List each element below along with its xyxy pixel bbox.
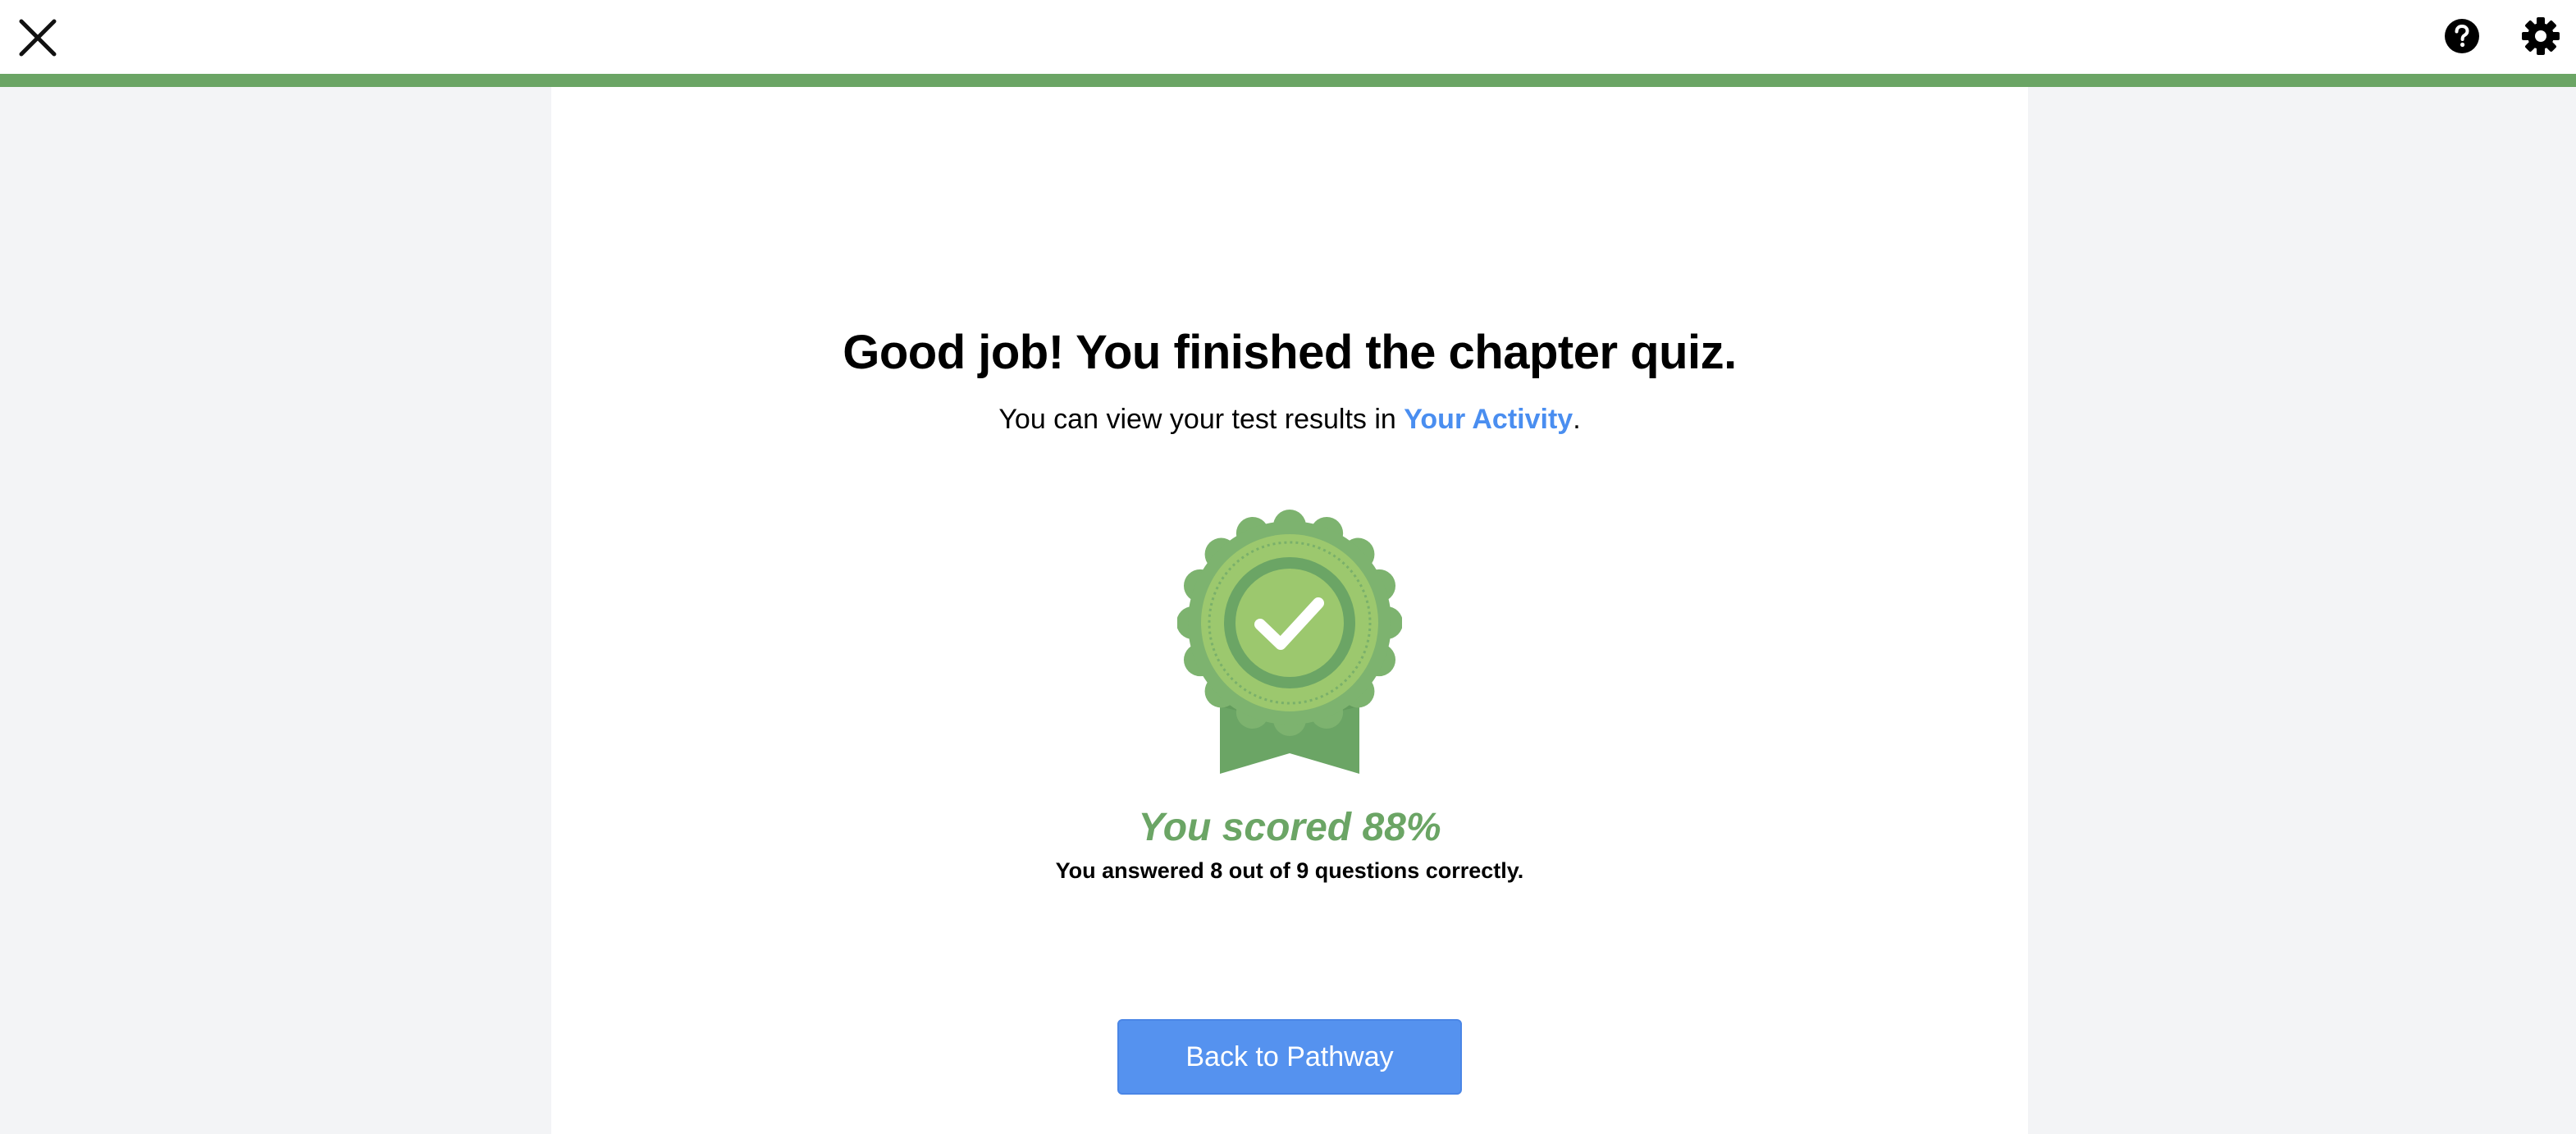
quiz-progress-bar: [0, 74, 2576, 87]
back-to-pathway-button[interactable]: Back to Pathway: [1117, 1019, 1462, 1095]
subtitle-period: .: [1573, 404, 1581, 435]
top-bar: [0, 0, 2576, 74]
score-text: You scored 88%: [1138, 806, 1441, 849]
results-subtitle: You can view your test results in Your A…: [551, 404, 2028, 436]
help-icon[interactable]: [2444, 18, 2480, 54]
gear-icon[interactable]: [2521, 16, 2560, 56]
award-ribbon-checkmark-icon: [1177, 510, 1402, 774]
your-activity-link[interactable]: Your Activity: [1404, 404, 1573, 435]
quiz-progress-fill: [0, 74, 2576, 87]
results-title: Good job! You finished the chapter quiz.: [843, 326, 1737, 379]
subtitle-text: You can view your test results in: [998, 404, 1404, 435]
score-detail-text: You answered 8 out of 9 questions correc…: [1055, 858, 1524, 883]
close-icon[interactable]: [16, 16, 59, 59]
quiz-results-panel: Good job! You finished the chapter quiz.…: [551, 87, 2028, 1134]
